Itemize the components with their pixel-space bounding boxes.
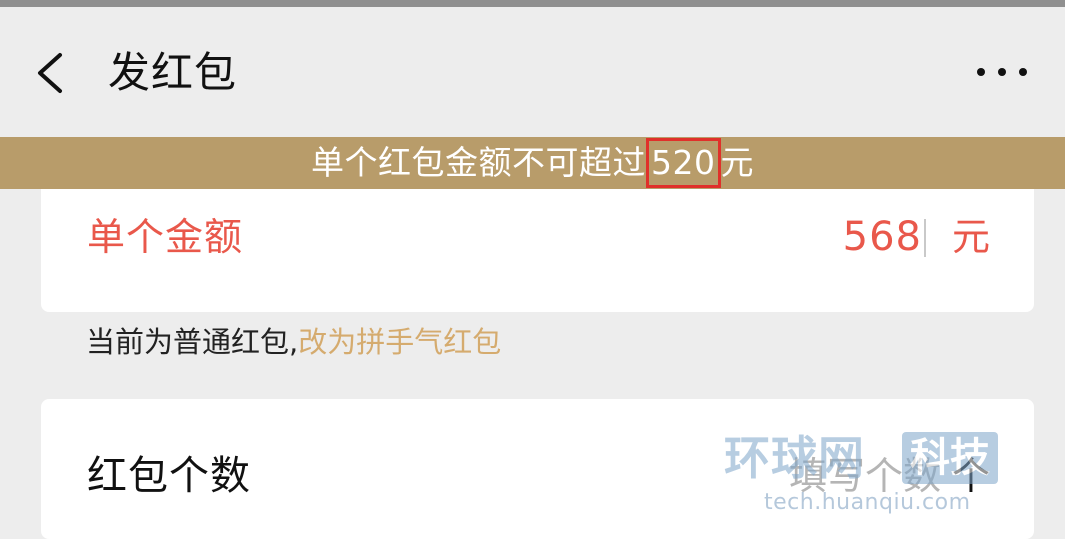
navigation-bar: 发红包 (0, 7, 1065, 137)
more-horizontal-icon (977, 68, 1027, 76)
status-bar-strip (0, 0, 1065, 7)
amount-limit-warning: 单个红包金额不可超过 520 元 (0, 137, 1065, 189)
more-button[interactable] (972, 57, 1032, 87)
packet-type-hint: 当前为普通红包,改为拼手气红包 (86, 322, 501, 362)
amount-input[interactable]: 568 (843, 211, 922, 263)
warning-limit-highlight: 520 (646, 137, 721, 188)
amount-label: 单个金额 (87, 215, 244, 259)
warning-text-suffix: 元 (720, 143, 754, 182)
page-title: 发红包 (108, 48, 238, 97)
amount-unit: 元 (951, 215, 990, 259)
count-label: 红包个数 (87, 453, 251, 499)
chevron-left-icon (38, 53, 62, 93)
amount-card[interactable]: 单个金额 568 元 (41, 189, 1034, 312)
warning-text-prefix: 单个红包金额不可超过 (311, 143, 646, 182)
watermark-logo: 环球网 科技 tech.huanqiu.com (724, 430, 1014, 518)
back-button[interactable] (28, 47, 76, 99)
watermark-brand-text: 环球网 (724, 431, 865, 485)
switch-to-lucky-packet-link[interactable]: 改为拼手气红包 (298, 325, 501, 359)
watermark-url: tech.huanqiu.com (764, 490, 971, 515)
text-cursor (924, 219, 926, 257)
packet-type-text: 当前为普通红包, (86, 325, 299, 359)
watermark-tech-badge: 科技 (902, 432, 998, 484)
